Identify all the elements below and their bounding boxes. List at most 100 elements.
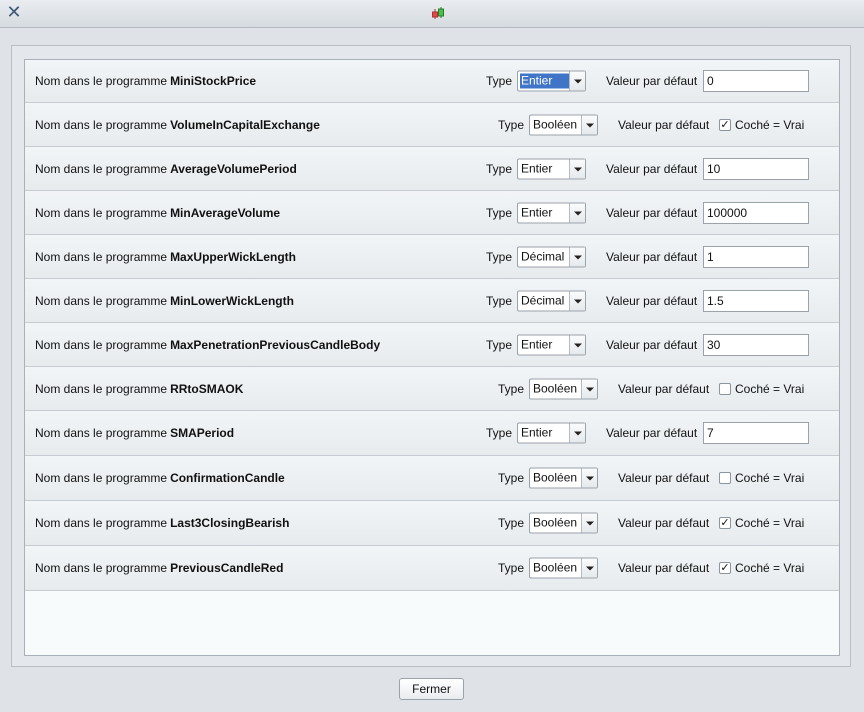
close-icon[interactable]: ✕ (5, 4, 23, 22)
parameter-identifier: MinAverageVolume (170, 205, 281, 220)
type-label: Type (498, 117, 525, 132)
chevron-down-icon[interactable] (569, 203, 585, 222)
type-label: Type (486, 205, 513, 220)
parameter-identifier: ConfirmationCandle (170, 471, 285, 485)
type-select[interactable]: Entier (517, 334, 586, 355)
candlestick-icon (432, 7, 444, 19)
default-value-label: Valeur par défaut (606, 426, 698, 440)
chevron-down-icon[interactable] (569, 71, 585, 91)
parameter-row: Nom dans le programme MinAverageVolume Typ… (25, 191, 839, 235)
type-select[interactable]: Entier (517, 70, 586, 92)
parameter-name: Nom dans le programme VolumeInCapitalExch… (35, 118, 320, 132)
parameter-identifier: PreviousCandleRed (170, 561, 284, 575)
type-select[interactable]: Entier (517, 422, 586, 444)
default-value-label: Valeur par défaut (618, 516, 710, 530)
fermer-button[interactable]: Fermer (399, 678, 464, 700)
default-checkbox[interactable]: ✓ (719, 118, 731, 131)
parameter-row: Nom dans le programme MinLowerWickLength T… (25, 279, 839, 323)
name-prefix-label: Nom dans le programme (35, 249, 168, 264)
default-checkbox[interactable]: ✓ (719, 562, 731, 574)
parameter-name: Nom dans le programme MinAverageVolume (35, 206, 280, 220)
chevron-down-icon[interactable] (569, 423, 585, 443)
parameter-row: Nom dans le programme MaxUpperWickLength T… (25, 235, 839, 279)
type-select-value: Entier (521, 161, 553, 175)
name-prefix-label: Nom dans le programme (35, 205, 168, 220)
parameter-row: Nom dans le programme MaxPenetrationPrevi… (25, 323, 839, 367)
default-checkbox[interactable]: ✓ (719, 517, 731, 529)
default-value-input[interactable]: 0 (703, 70, 809, 92)
name-prefix-label: Nom dans le programme (35, 293, 168, 308)
type-label: Type (486, 337, 513, 352)
type-label: Type (498, 381, 525, 396)
type-select[interactable]: Décimal (517, 290, 586, 311)
default-value-input[interactable]: 30 (703, 333, 809, 356)
chevron-down-icon[interactable] (581, 115, 597, 134)
parameter-row: Nom dans le programme Last3ClosingBearish… (25, 501, 839, 546)
parameter-name: Nom dans le programme ConfirmationCandle (35, 471, 285, 485)
dialog-frame: Nom dans le programme MiniStockPrice Type E… (11, 45, 851, 667)
chevron-down-icon[interactable] (581, 468, 597, 488)
chevron-down-icon[interactable] (581, 558, 597, 578)
checkbox-label: Coché = Vrai (735, 561, 805, 575)
parameter-row: Nom dans le programme PreviousCandleRed Ty… (25, 546, 839, 591)
default-value-input[interactable]: 1 (703, 245, 809, 268)
type-select[interactable]: Booléen (529, 467, 598, 489)
type-select[interactable]: Entier (517, 202, 586, 223)
default-value-label: Valeur par défaut (606, 293, 698, 308)
name-prefix-label: Nom dans le programme (35, 74, 168, 88)
parameter-row: Nom dans le programme MiniStockPrice Type E… (25, 60, 839, 103)
type-select-value: Entier (521, 337, 553, 351)
type-select[interactable]: Booléen (529, 512, 598, 534)
default-value-input[interactable]: 7 (703, 422, 809, 444)
parameter-identifier: SMAPeriod (170, 426, 235, 440)
default-value-label: Valeur par défaut (618, 381, 710, 396)
name-prefix-label: Nom dans le programme (35, 337, 168, 352)
parameter-name: Nom dans le programme MaxPenetrationPrevi… (35, 338, 380, 352)
type-label: Type (486, 249, 513, 264)
chevron-down-icon[interactable] (581, 379, 597, 398)
default-checkbox[interactable] (719, 382, 731, 395)
parameter-identifier: MiniStockPrice (170, 74, 257, 88)
default-value-input[interactable]: 100000 (703, 201, 809, 224)
parameter-identifier: VolumeInCapitalExchange (170, 117, 320, 132)
parameter-name: Nom dans le programme AverageVolumePeriod (35, 162, 297, 176)
parameter-identifier: MinLowerWickLength (170, 293, 294, 308)
type-select[interactable]: Booléen (529, 378, 598, 399)
type-label: Type (498, 471, 525, 485)
type-select-value: Entier (521, 205, 553, 219)
type-label: Type (498, 561, 525, 575)
default-value-label: Valeur par défaut (618, 561, 710, 575)
checkbox-label: Coché = Vrai (735, 516, 805, 530)
type-select[interactable]: Booléen (529, 557, 598, 579)
parameter-row: Nom dans le programme AverageVolumePeriod… (25, 147, 839, 191)
parameter-row: Nom dans le programme RRtoSMAOK Type Boolée… (25, 367, 839, 411)
title-bar: ✕ (0, 0, 864, 28)
type-select-value: Booléen (533, 381, 578, 395)
parameter-name: Nom dans le programme RRtoSMAOK (35, 382, 243, 396)
parameter-name: Nom dans le programme MinLowerWickLength (35, 294, 294, 308)
chevron-down-icon[interactable] (581, 513, 597, 533)
type-select[interactable]: Entier (517, 158, 586, 179)
type-label: Type (486, 426, 513, 440)
default-value-label: Valeur par défaut (606, 249, 698, 264)
default-value-label: Valeur par défaut (606, 205, 698, 220)
type-label: Type (498, 516, 525, 530)
type-select[interactable]: Booléen (529, 114, 598, 135)
chevron-down-icon[interactable] (569, 247, 585, 266)
chevron-down-icon[interactable] (569, 159, 585, 178)
type-label: Type (486, 74, 513, 88)
chevron-down-icon[interactable] (569, 291, 585, 310)
name-prefix-label: Nom dans le programme (35, 426, 168, 440)
default-value-input[interactable]: 10 (703, 157, 809, 180)
checkbox-label: Coché = Vrai (735, 117, 805, 132)
default-checkbox[interactable] (719, 472, 731, 484)
default-value-label: Valeur par défaut (618, 117, 710, 132)
type-select-value: Décimal (521, 249, 565, 263)
parameters-panel: Nom dans le programme MiniStockPrice Type E… (24, 59, 840, 656)
type-select[interactable]: Décimal (517, 246, 586, 267)
chevron-down-icon[interactable] (569, 335, 585, 354)
default-value-input[interactable]: 1.5 (703, 289, 809, 312)
parameter-identifier: RRtoSMAOK (170, 381, 244, 396)
default-value-label: Valeur par défaut (618, 471, 710, 485)
name-prefix-label: Nom dans le programme (35, 516, 168, 530)
